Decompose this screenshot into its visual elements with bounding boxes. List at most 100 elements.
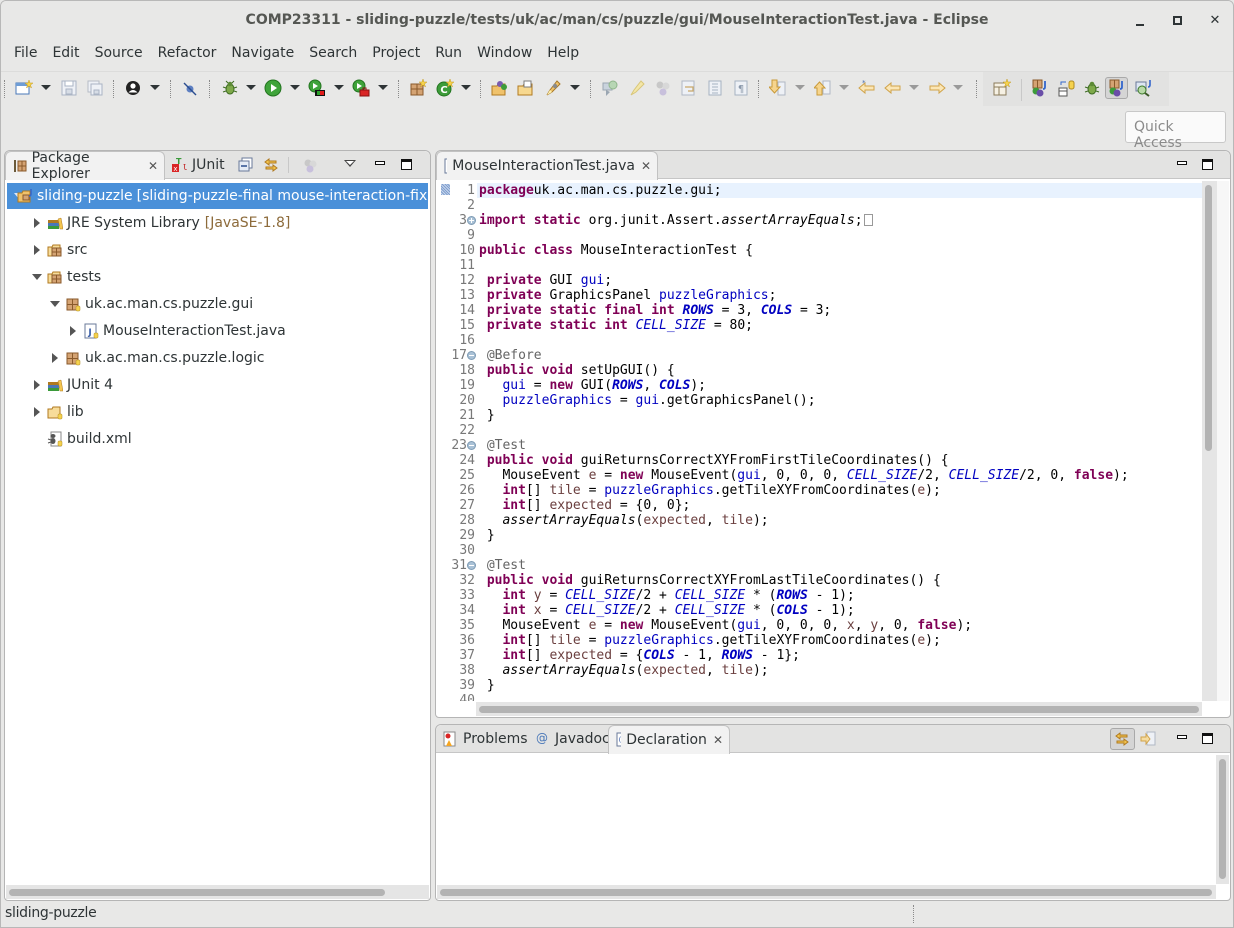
- menu-edit[interactable]: Edit: [46, 43, 85, 67]
- collapse-toggle-icon[interactable]: [49, 352, 61, 364]
- back-button[interactable]: [883, 78, 903, 98]
- tree-item[interactable]: lib: [7, 399, 428, 425]
- menu-refactor[interactable]: Refactor: [152, 43, 223, 67]
- previous-annotation-dropdown[interactable]: [839, 85, 849, 90]
- quick-access-field[interactable]: Quick Access: [1125, 111, 1226, 151]
- expand-fold-icon[interactable]: [467, 216, 476, 225]
- run-dropdown[interactable]: [290, 85, 300, 90]
- maximize-view-button[interactable]: [1200, 731, 1216, 747]
- next-annotation-button[interactable]: [768, 78, 788, 98]
- menu-navigate[interactable]: Navigate: [225, 43, 300, 67]
- tree-item[interactable]: J MouseInteractionTest.java: [7, 318, 428, 344]
- search-button[interactable]: [543, 78, 563, 98]
- save-all-button[interactable]: [85, 78, 105, 98]
- link-with-selection-button[interactable]: [1114, 731, 1130, 747]
- tab-javadoc[interactable]: @ Javadoc: [528, 725, 616, 753]
- block-selection-button[interactable]: [653, 78, 673, 98]
- external-tools-dropdown[interactable]: [378, 85, 388, 90]
- tree-item[interactable]: tests: [7, 264, 428, 290]
- editor-vertical-scrollbar[interactable]: [1202, 181, 1216, 701]
- toggle-breadcrumb-button[interactable]: [600, 78, 620, 98]
- scrollbar-thumb[interactable]: [479, 706, 1199, 713]
- collapse-toggle-icon[interactable]: [67, 325, 79, 337]
- overview-ruler[interactable]: [1216, 181, 1229, 701]
- focus-on-active-task-button[interactable]: [302, 157, 318, 173]
- new-class-dropdown[interactable]: [461, 85, 471, 90]
- close-tab-icon[interactable]: ✕: [148, 159, 158, 173]
- user-button[interactable]: [123, 78, 143, 98]
- expand-toggle-icon[interactable]: [49, 298, 61, 310]
- user-dropdown[interactable]: [150, 85, 160, 90]
- tab-mouse-interaction-test[interactable]: J MouseInteractionTest.java ✕: [436, 151, 658, 180]
- expand-toggle-icon[interactable]: [31, 271, 43, 283]
- forward-dropdown[interactable]: [953, 85, 963, 90]
- mark-occurrences-button[interactable]: [627, 78, 647, 98]
- collapsed-imports-icon[interactable]: [863, 214, 873, 226]
- view-menu-button[interactable]: [342, 157, 358, 173]
- open-input-button[interactable]: [1140, 731, 1156, 747]
- editor-horizontal-scrollbar[interactable]: [476, 702, 1202, 716]
- java-browsing-perspective-button[interactable]: [1134, 78, 1154, 98]
- word-wrap-button[interactable]: [679, 78, 699, 98]
- debug-button[interactable]: [220, 78, 240, 98]
- minimize-window-button[interactable]: [1128, 9, 1152, 33]
- collapse-fold-icon[interactable]: [467, 561, 476, 570]
- java-perspective-button[interactable]: [1030, 78, 1050, 98]
- collapse-all-button[interactable]: [238, 157, 254, 173]
- skip-breakpoints-button[interactable]: [180, 78, 200, 98]
- minimize-view-button[interactable]: [1174, 731, 1190, 747]
- collapse-toggle-icon[interactable]: [31, 406, 43, 418]
- maximize-view-button[interactable]: [399, 157, 415, 173]
- menu-run[interactable]: Run: [429, 43, 468, 67]
- close-tab-icon[interactable]: ✕: [713, 733, 723, 747]
- debug-dropdown[interactable]: [246, 85, 256, 90]
- tree-item[interactable]: uk.ac.man.cs.puzzle.logic: [7, 345, 428, 371]
- scrollbar-thumb[interactable]: [1205, 185, 1212, 451]
- close-tab-icon[interactable]: ✕: [641, 159, 651, 173]
- tree-item[interactable]: uk.ac.man.cs.puzzle.gui: [7, 291, 428, 317]
- close-window-button[interactable]: ✕: [1203, 9, 1227, 33]
- open-type-button[interactable]: [490, 78, 510, 98]
- java-ee-perspective-button[interactable]: [1056, 78, 1076, 98]
- collapse-fold-icon[interactable]: [467, 441, 476, 450]
- previous-annotation-button[interactable]: [813, 78, 833, 98]
- maximize-window-button[interactable]: [1165, 9, 1189, 33]
- new-package-button[interactable]: [408, 78, 428, 98]
- show-whitespace-button[interactable]: [705, 78, 725, 98]
- coverage-dropdown[interactable]: [334, 85, 344, 90]
- menu-search[interactable]: Search: [303, 43, 363, 67]
- menu-source[interactable]: Source: [89, 43, 149, 67]
- open-task-button[interactable]: [516, 78, 536, 98]
- tree-horizontal-scrollbar[interactable]: [6, 885, 429, 899]
- menu-project[interactable]: Project: [366, 43, 426, 67]
- tree-item[interactable]: sliding-puzzle [sliding-puzzle-final mous…: [7, 183, 428, 209]
- tree-item[interactable]: JUnit 4: [7, 372, 428, 398]
- search-dropdown[interactable]: [570, 85, 580, 90]
- java-perspective-active-button[interactable]: [1107, 78, 1127, 98]
- link-with-editor-button[interactable]: [263, 157, 279, 173]
- back-dropdown[interactable]: [909, 85, 919, 90]
- collapse-toggle-icon[interactable]: [31, 379, 43, 391]
- menu-file[interactable]: File: [8, 43, 43, 67]
- tab-declaration[interactable]: (= Declaration ✕: [608, 725, 730, 754]
- maximize-editor-button[interactable]: [1200, 157, 1216, 173]
- debug-perspective-button[interactable]: [1082, 78, 1102, 98]
- last-edit-location-button[interactable]: *: [857, 78, 877, 98]
- forward-button[interactable]: [927, 78, 947, 98]
- collapse-fold-icon[interactable]: [467, 351, 476, 360]
- new-dropdown[interactable]: [41, 85, 51, 90]
- tree-item[interactable]: src: [7, 237, 428, 263]
- save-button[interactable]: [59, 78, 79, 98]
- menu-window[interactable]: Window: [471, 43, 538, 67]
- minimize-view-button[interactable]: [372, 157, 388, 173]
- tree-item[interactable]: JRE System Library [JavaSE-1.8]: [7, 210, 428, 236]
- coverage-button[interactable]: [307, 78, 327, 98]
- next-annotation-dropdown[interactable]: [795, 85, 805, 90]
- external-tools-button[interactable]: [351, 78, 371, 98]
- declaration-vertical-scrollbar[interactable]: [1216, 755, 1229, 884]
- collapse-toggle-icon[interactable]: [31, 217, 43, 229]
- tab-package-explorer[interactable]: Package Explorer ✕: [5, 150, 165, 182]
- declaration-horizontal-scrollbar[interactable]: [437, 885, 1216, 899]
- open-perspective-button[interactable]: [992, 78, 1012, 98]
- scrollbar-thumb[interactable]: [9, 889, 385, 896]
